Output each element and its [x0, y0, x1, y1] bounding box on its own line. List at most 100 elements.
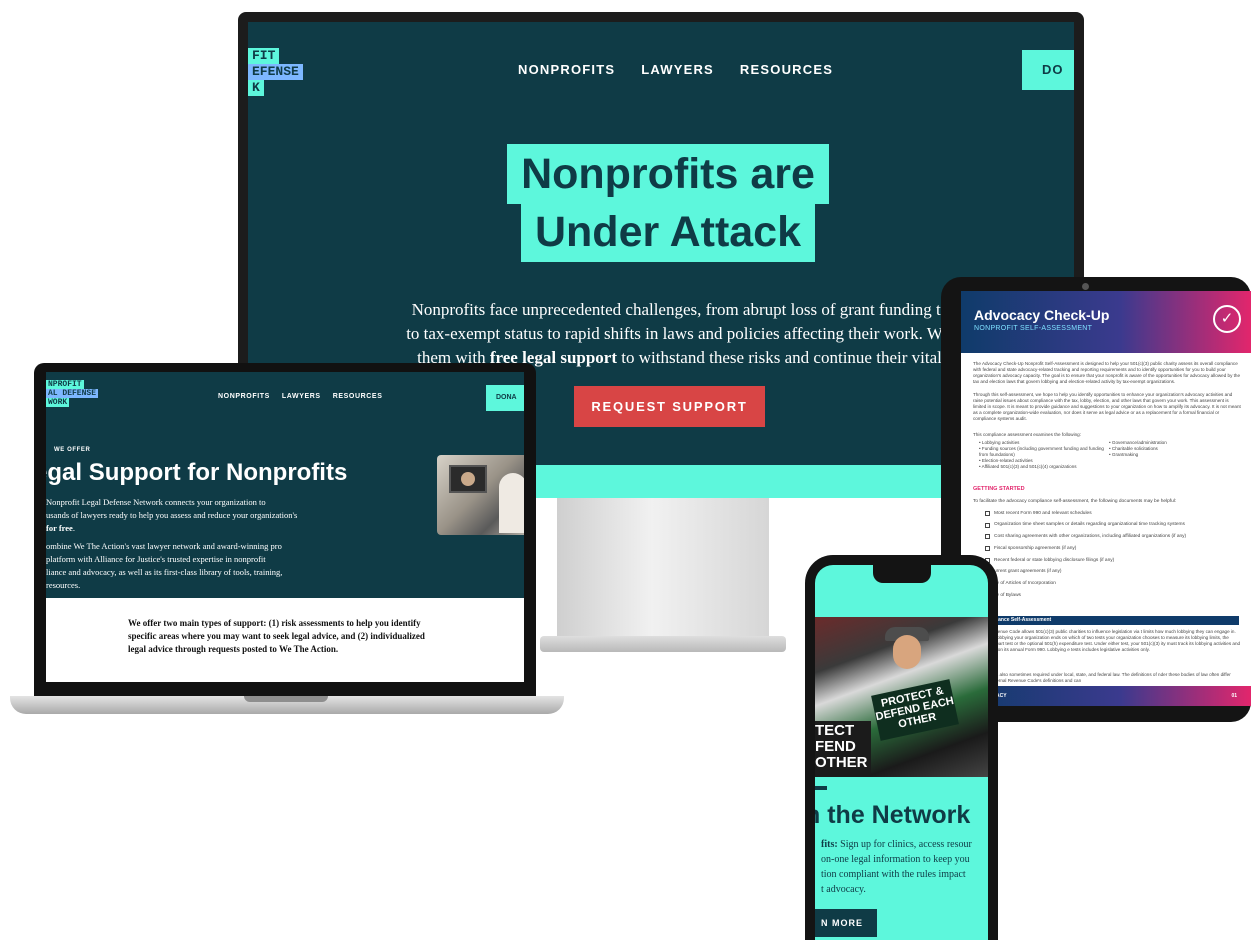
body-line-text: Sign up for clinics, access resour	[837, 839, 972, 850]
nav-item-resources[interactable]: RESOURCES	[333, 393, 383, 400]
checklist-label: urrent grant agreements (if any)	[994, 569, 1062, 575]
checklist-item: Organization time sheet samples or detai…	[973, 519, 1241, 531]
phone-notch	[873, 565, 931, 583]
list-item: • Grantmaking	[1109, 452, 1139, 457]
headline-line-1: Nonprofits are	[507, 144, 829, 204]
protest-sign: PROTECT & DEFEND EACH OTHER	[871, 679, 959, 741]
tablet-screen: Advocacy Check-Up NONPROFIT SELF-ASSESSM…	[961, 291, 1251, 706]
logo-line: FIT	[248, 48, 280, 64]
donate-button[interactable]: DO	[1022, 50, 1074, 90]
logo-line: WORK	[46, 398, 70, 407]
nav-item-lawyers[interactable]: LAWYERS	[282, 393, 321, 400]
protest-photo: PROTECT & DEFEND EACH OTHER TECT FEND OT…	[815, 617, 988, 777]
site-logo[interactable]: FIT EFENSE K	[248, 48, 303, 96]
phone-screen: PROTECT & DEFEND EACH OTHER TECT FEND OT…	[815, 565, 988, 940]
topics-right: • Governance/administration • Charitable…	[1109, 440, 1239, 470]
body-line: fits: Sign up for clinics, access resour	[821, 837, 988, 852]
checklist-item: py of Articles of Incorporation	[973, 578, 1241, 590]
site-logo[interactable]: NPROFIT AL DEFENSE WORK	[46, 380, 99, 407]
checklist-item: Recent federal or state lobbying disclos…	[973, 555, 1241, 567]
document-title: Advocacy Check-Up	[974, 307, 1110, 323]
nav-item-nonprofits[interactable]: NONPROFITS	[518, 62, 615, 77]
list-item-text: Election-related activities	[981, 458, 1033, 463]
checklist-label: Fiscal sponsorship agreements (if any)	[994, 545, 1077, 551]
hero-headline: Nonprofits are Under Attack	[489, 144, 847, 262]
partnership-line: platform with Alliance for Justice's tru…	[46, 554, 266, 564]
checklist-label: Most recent Form 990 and relevant schedu…	[994, 510, 1092, 516]
laptop-in-photo	[449, 465, 487, 493]
partnership-line: liance and advocacy, as well as its firs…	[46, 567, 283, 577]
intro-paragraph: Nonprofit Legal Defense Network connects…	[46, 496, 376, 535]
for-free-emphasis: for free	[46, 523, 73, 533]
intro-paragraph: Through this self-assessment, we hope to…	[973, 392, 1241, 421]
list-item-text: Grantmaking	[1111, 452, 1139, 457]
logo-line: NPROFIT	[46, 380, 84, 389]
checkbox[interactable]	[985, 546, 990, 552]
accent-bar	[815, 786, 827, 790]
checklist-label: py of Bylaws	[994, 592, 1021, 598]
logo-line: EFENSE	[248, 64, 303, 80]
disclosure-paragraph: disclosure is also sometimes required un…	[973, 672, 1231, 683]
nav-item-nonprofits[interactable]: NONPROFITS	[218, 393, 270, 400]
shield-check-icon: ✓	[1213, 305, 1241, 333]
video-call-photo	[437, 455, 524, 535]
logo-line: AL DEFENSE	[46, 389, 99, 398]
page-title: egal Support for Nonprofits	[46, 459, 348, 486]
checkbox[interactable]	[985, 534, 990, 540]
checklist-intro: To facilitate the advocacy compliance se…	[973, 499, 1177, 504]
nav-item-resources[interactable]: RESOURCES	[740, 62, 833, 77]
list-item-text: Governance/administration	[1111, 440, 1167, 445]
intro-line: usands of lawyers ready to help you asse…	[46, 510, 298, 520]
getting-started-heading: GETTING STARTED	[973, 486, 1025, 492]
lobbying-paragraph: Internal Revenue Code allows 501(c)(3) p…	[973, 629, 1241, 652]
intro-paragraph: This compliance assessment examines the …	[973, 432, 1082, 437]
section-eyebrow: WE OFFER	[54, 447, 91, 453]
topics-left: • Lobbying activities • Funding sources …	[979, 440, 1109, 470]
document-subtitle: NONPROFIT SELF-ASSESSMENT	[974, 325, 1093, 332]
document-header: Advocacy Check-Up NONPROFIT SELF-ASSESSM…	[961, 291, 1251, 353]
partnership-line: resources.	[46, 580, 81, 590]
document-footer: ERADVOCACY 01	[961, 686, 1251, 706]
checklist-label: Cost sharing agreements with other organ…	[994, 534, 1187, 540]
section-heading-bar: y Compliance Self-Assessment	[973, 616, 1239, 625]
partnership-line: ombine We The Action's vast lawyer netwo…	[46, 541, 282, 551]
list-item-text: Lobbying activities	[981, 440, 1020, 445]
main-nav: NONPROFITS LAWYERS RESOURCES	[218, 393, 382, 400]
protest-sign: TECT FEND OTHER	[815, 721, 871, 777]
list-item-text: Funding sources (including government fu…	[979, 446, 1104, 457]
list-item: • Funding sources (including government …	[979, 446, 1104, 457]
checklist-item: urrent grant agreements (if any)	[973, 566, 1241, 578]
learn-more-button[interactable]: N MORE	[815, 909, 877, 937]
body-line: tion compliant with the rules impact	[821, 869, 966, 880]
laptop-hero: NPROFIT AL DEFENSE WORK NONPROFITS LAWYE…	[46, 372, 524, 598]
checklist-label: Recent federal or state lobbying disclos…	[994, 557, 1115, 563]
section-title: n the Network	[815, 801, 971, 829]
assessment-topics: • Lobbying activities • Funding sources …	[979, 440, 1239, 470]
intro-line: Nonprofit Legal Defense Network connects…	[46, 497, 266, 507]
partnership-paragraph: ombine We The Action's vast lawyer netwo…	[46, 540, 376, 592]
checklist-item: Fiscal sponsorship agreements (if any)	[973, 543, 1241, 555]
request-support-button[interactable]: REQUEST SUPPORT	[574, 386, 765, 427]
headline-line-2: Under Attack	[520, 202, 816, 262]
nav-item-lawyers[interactable]: LAWYERS	[641, 62, 714, 77]
intro-line-end: .	[72, 523, 75, 533]
list-item: • Affiliated 501(c)(3) and 501(c)(4) org…	[979, 464, 1077, 469]
main-nav: NONPROFITS LAWYERS RESOURCES	[518, 62, 833, 77]
body-line: on-one legal information to keep you	[821, 854, 970, 865]
donate-button[interactable]: DONA	[486, 385, 524, 411]
checklist-item: Cost sharing agreements with other organ…	[973, 531, 1241, 543]
intro-paragraph: The Advocacy Check-Up Nonprofit Self-Ass…	[973, 361, 1241, 384]
checklist-item: py of Bylaws	[973, 590, 1241, 602]
laptop-screen: NPROFIT AL DEFENSE WORK NONPROFITS LAWYE…	[46, 372, 524, 682]
body-line: t advocacy.	[821, 884, 866, 895]
checkbox[interactable]	[985, 522, 990, 528]
support-types-text: We offer two main types of support: (1) …	[128, 617, 468, 656]
checkbox[interactable]	[985, 511, 990, 517]
phone: PROTECT & DEFEND EACH OTHER TECT FEND OT…	[805, 555, 998, 940]
section-body: fits: Sign up for clinics, access resour…	[821, 837, 988, 897]
list-item-text: Charitable solicitations	[1111, 446, 1158, 451]
logo-line: K	[248, 80, 264, 96]
laptop-notch	[244, 696, 328, 702]
list-item-text: Affiliated 501(c)(3) and 501(c)(4) organ…	[981, 464, 1077, 469]
checklist-label: Organization time sheet samples or detai…	[994, 522, 1185, 528]
